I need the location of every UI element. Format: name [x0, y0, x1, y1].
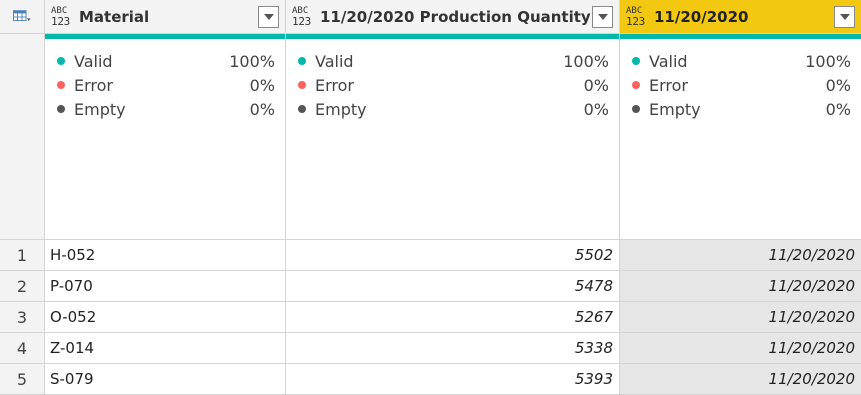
valid-dot-icon	[298, 57, 306, 65]
cell-material[interactable]: S-079	[45, 364, 286, 395]
cell-quantity[interactable]: 5393	[286, 364, 620, 395]
error-dot-icon	[298, 81, 306, 89]
cell-material[interactable]: O-052	[45, 302, 286, 333]
cell-date[interactable]: 11/20/2020	[620, 302, 861, 333]
valid-dot-icon	[57, 57, 65, 65]
cell-date[interactable]: 11/20/2020	[620, 333, 861, 364]
filter-dropdown-button[interactable]	[834, 5, 855, 28]
error-dot-icon	[632, 81, 640, 89]
quality-error: Error 0%	[630, 73, 851, 97]
cell-quantity[interactable]: 5478	[286, 271, 620, 302]
table-row: 1 H-052 5502 11/20/2020	[0, 240, 861, 271]
row-number[interactable]: 3	[0, 302, 45, 333]
column-quality-date: Valid 100% Error 0% Empty 0%	[620, 34, 861, 240]
column-quality-production-quantity: Valid 100% Error 0% Empty 0%	[286, 34, 620, 240]
table-row: 2 P-070 5478 11/20/2020	[0, 271, 861, 302]
valid-dot-icon	[632, 57, 640, 65]
any-type-icon[interactable]: ABC 123	[51, 6, 75, 27]
quality-empty: Empty 0%	[55, 97, 275, 121]
empty-dot-icon	[632, 105, 640, 113]
quality-valid: Valid 100%	[55, 49, 275, 73]
row-number[interactable]: 1	[0, 240, 45, 271]
any-type-icon[interactable]: ABC 123	[626, 6, 650, 27]
column-header-production-quantity[interactable]: ABC 123 11/20/2020 Production Quantity	[286, 0, 620, 34]
cell-material[interactable]: Z-014	[45, 333, 286, 364]
cell-quantity[interactable]: 5502	[286, 240, 620, 271]
column-title: 11/20/2020 Production Quantity	[320, 7, 591, 26]
cell-material[interactable]: P-070	[45, 271, 286, 302]
data-preview-grid: ABC 123 Material ABC 123 11/20/2020 Produc…	[0, 0, 861, 395]
cell-material[interactable]: H-052	[45, 240, 286, 271]
quality-empty: Empty 0%	[630, 97, 851, 121]
column-quality-material: Valid 100% Error 0% Empty 0%	[45, 34, 286, 240]
cell-quantity[interactable]: 5267	[286, 302, 620, 333]
quality-empty: Empty 0%	[296, 97, 609, 121]
row-number[interactable]: 4	[0, 333, 45, 364]
cell-date[interactable]: 11/20/2020	[620, 240, 861, 271]
column-title: 11/20/2020	[654, 7, 749, 26]
quality-corner	[0, 34, 45, 240]
cell-quantity[interactable]: 5338	[286, 333, 620, 364]
column-header-date-selected[interactable]: ABC 123 11/20/2020	[620, 0, 861, 34]
table-icon	[13, 9, 31, 21]
cell-date[interactable]: 11/20/2020	[620, 271, 861, 302]
empty-dot-icon	[298, 105, 306, 113]
cell-date[interactable]: 11/20/2020	[620, 364, 861, 395]
row-number[interactable]: 2	[0, 271, 45, 302]
column-header-material[interactable]: ABC 123 Material	[45, 0, 286, 34]
error-dot-icon	[57, 81, 65, 89]
quality-valid: Valid 100%	[630, 49, 851, 73]
table-row: 5 S-079 5393 11/20/2020	[0, 364, 861, 395]
table-row: 4 Z-014 5338 11/20/2020	[0, 333, 861, 364]
table-row: 3 O-052 5267 11/20/2020	[0, 302, 861, 333]
any-type-icon[interactable]: ABC 123	[292, 6, 316, 27]
column-title: Material	[79, 7, 150, 26]
quality-error: Error 0%	[296, 73, 609, 97]
row-number[interactable]: 5	[0, 364, 45, 395]
empty-dot-icon	[57, 105, 65, 113]
filter-dropdown-button[interactable]	[258, 5, 279, 28]
quality-error: Error 0%	[55, 73, 275, 97]
quality-valid: Valid 100%	[296, 49, 609, 73]
filter-dropdown-button[interactable]	[592, 5, 613, 28]
table-menu-button[interactable]	[0, 0, 45, 34]
